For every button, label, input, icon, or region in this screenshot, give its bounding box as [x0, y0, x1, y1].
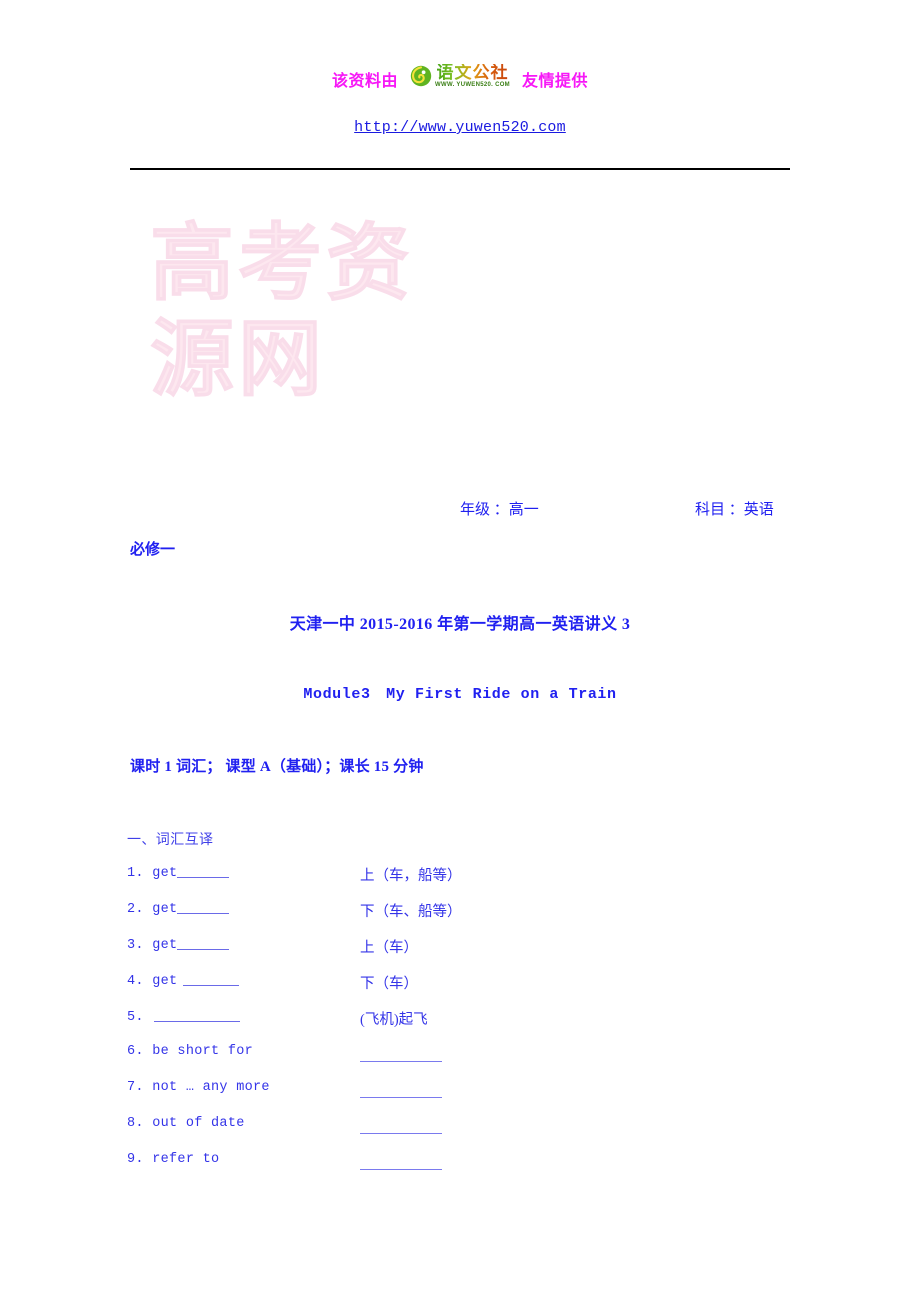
logo-text-block: 语文公社 WWW. YUWEN520. COM: [435, 64, 510, 88]
vocab-term-cell: 8. out of date: [127, 1116, 245, 1131]
site-url-link[interactable]: http://www.yuwen520.com: [354, 119, 566, 136]
lesson-info-line: 课时 1 词汇； 课型 A（基础）；课长 15 分钟: [130, 759, 424, 775]
vocab-term: refer to: [152, 1152, 220, 1167]
vocab-row: 1. get 上（车，船等）: [127, 864, 807, 900]
vocab-meaning: 上（车）: [360, 940, 418, 956]
vocab-answer-cell: [360, 1118, 442, 1136]
meta-volume: 必修一: [130, 542, 176, 558]
vocab-term-cell: 9. refer to: [127, 1152, 219, 1167]
vocab-answer-blank[interactable]: [360, 1082, 442, 1098]
promo-suffix-text: 友情提供: [521, 73, 588, 90]
meta-subject: 科目 ：英语: [695, 502, 774, 518]
module-title: Module3 My First Ride on a Train: [303, 686, 617, 703]
document-page: 该资料由 语文公社 WWW. YUWEN520. COM 友情提供 http:/…: [0, 0, 920, 1302]
vocab-term: not … any more: [152, 1080, 270, 1095]
vocab-row: 2. get 下（车、船等）: [127, 900, 807, 936]
logo-url-small: WWW. YUWEN520. COM: [435, 82, 510, 88]
vocab-row: 5. (飞机)起飞: [127, 1008, 807, 1044]
vocab-answer-blank[interactable]: [360, 1154, 442, 1170]
promo-line: 该资料由 语文公社 WWW. YUWEN520. COM 友情提供: [332, 63, 588, 92]
vocab-row: 9. refer to: [127, 1152, 807, 1188]
section-heading-vocabulary: 一、词汇互译: [127, 833, 214, 848]
yuwen-gongshe-logo: 语文公社 WWW. YUWEN520. COM: [408, 63, 512, 89]
vocab-term: get: [152, 974, 178, 989]
vocab-item-number: 9.: [127, 1152, 144, 1167]
vocab-row: 8. out of date: [127, 1116, 807, 1152]
vocab-item-number: 6.: [127, 1044, 144, 1059]
vocab-term-blank[interactable]: [177, 864, 230, 878]
logo-name-cn: 语文公社: [436, 63, 509, 82]
promo-header: 该资料由 语文公社 WWW. YUWEN520. COM 友情提供: [0, 63, 920, 92]
vocab-term-cell: 5.: [127, 1008, 241, 1025]
vocab-row: 3. get 上（车）: [127, 936, 807, 972]
vocab-answer-cell: [360, 1082, 442, 1100]
vocab-meaning: 下（车、船等）: [360, 904, 462, 920]
vocab-term: out of date: [152, 1116, 245, 1131]
meta-grade: 年级 ：高一: [460, 502, 539, 518]
vocab-term-cell: 3. get: [127, 936, 230, 953]
vocab-meaning: 上（车，船等）: [360, 868, 462, 884]
document-title: 天津一中 2015-2016 年第一学期高一英语讲义 3: [289, 616, 631, 633]
vocab-meaning: (飞机)起飞: [360, 1012, 428, 1028]
vocab-term: get: [152, 938, 178, 953]
vocab-item-number: 8.: [127, 1116, 144, 1131]
logo-swirl-icon: [410, 65, 432, 87]
vocab-term: get: [152, 866, 178, 881]
vocab-term: get: [152, 902, 178, 917]
vocab-item-number: 1.: [127, 866, 144, 881]
vocabulary-list: 1. get 上（车，船等） 2. get 下（车、船等） 3. get 上（车） 4. g…: [127, 864, 807, 1188]
vocab-term-cell: 2. get: [127, 900, 230, 917]
vocab-item-number: 4.: [127, 974, 144, 989]
vocab-term-blank[interactable]: [177, 936, 230, 950]
vocab-term-cell: 7. not … any more: [127, 1080, 270, 1095]
vocab-item-number: 7.: [127, 1080, 144, 1095]
vocab-term-cell: 4. get: [127, 972, 240, 989]
vocab-answer-cell: [360, 1154, 442, 1172]
vocab-answer-cell: [360, 1046, 442, 1064]
vocab-item-number: 5.: [127, 1010, 144, 1025]
vocab-term-blank[interactable]: [183, 972, 240, 986]
vocab-row: 7. not … any more: [127, 1080, 807, 1116]
vocab-term-blank[interactable]: [177, 900, 230, 914]
watermark-text: 高考资源网: [150, 216, 415, 407]
vocab-answer-blank[interactable]: [360, 1118, 442, 1134]
vocab-item-number: 2.: [127, 902, 144, 917]
vocab-row: 6. be short for: [127, 1044, 807, 1080]
promo-prefix-text: 该资料由: [332, 73, 399, 90]
vocab-term-cell: 6. be short for: [127, 1044, 253, 1059]
site-url-line: http://www.yuwen520.com: [0, 118, 920, 136]
vocab-term: be short for: [152, 1044, 254, 1059]
vocab-item-number: 3.: [127, 938, 144, 953]
vocab-row: 4. get 下（车）: [127, 972, 807, 1008]
vocab-term-cell: 1. get: [127, 864, 230, 881]
vocab-answer-blank[interactable]: [360, 1046, 442, 1062]
vocab-term-blank[interactable]: [154, 1008, 241, 1022]
vocab-meaning: 下（车）: [360, 976, 418, 992]
header-divider: [130, 168, 790, 170]
